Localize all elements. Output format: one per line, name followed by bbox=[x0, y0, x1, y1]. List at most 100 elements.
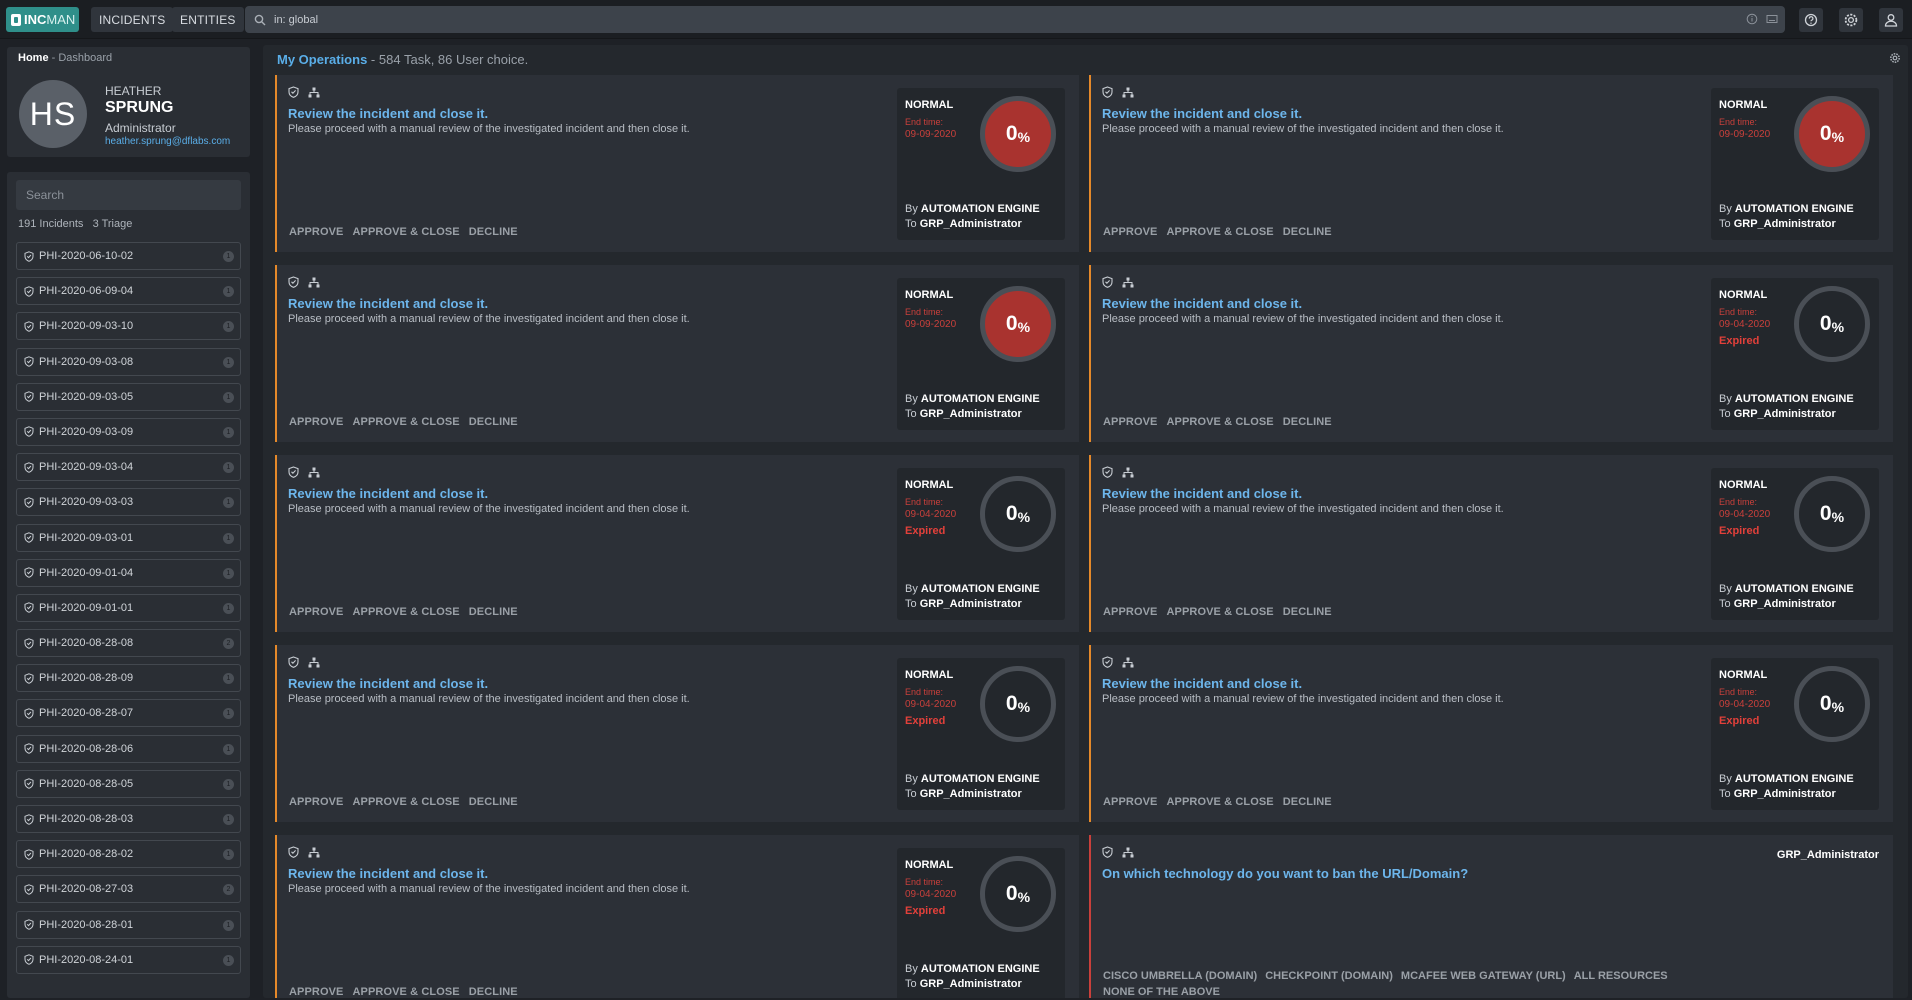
choice-title[interactable]: On which technology do you want to ban t… bbox=[1102, 866, 1468, 881]
nav-incidents-button[interactable]: INCIDENTS bbox=[91, 7, 174, 32]
choice-option-button[interactable]: MCAFEE WEB GATEWAY (URL) bbox=[1401, 970, 1566, 982]
avatar[interactable]: HS bbox=[19, 80, 87, 148]
operations-title[interactable]: My Operations bbox=[277, 52, 367, 67]
decline-button[interactable]: DECLINE bbox=[1283, 796, 1332, 808]
gear-icon[interactable] bbox=[1889, 52, 1901, 64]
shield-icon bbox=[1102, 276, 1113, 288]
approve-close-button[interactable]: APPROVE & CLOSE bbox=[353, 986, 460, 998]
user-menu-button[interactable] bbox=[1879, 8, 1903, 32]
breadcrumb-separator: - bbox=[51, 52, 56, 64]
approve-close-button[interactable]: APPROVE & CLOSE bbox=[1167, 416, 1274, 428]
approve-close-button[interactable]: APPROVE & CLOSE bbox=[353, 416, 460, 428]
keyboard-icon[interactable] bbox=[1766, 13, 1778, 25]
incident-search-input[interactable] bbox=[16, 180, 241, 210]
decline-button[interactable]: DECLINE bbox=[1283, 606, 1332, 618]
incident-count-badge: 1 bbox=[223, 286, 234, 298]
incident-list-item[interactable]: PHI-2020-09-03-04 1 bbox=[16, 453, 241, 482]
decline-button[interactable]: DECLINE bbox=[1283, 416, 1332, 428]
decline-button[interactable]: DECLINE bbox=[469, 606, 518, 618]
incident-list-item[interactable]: PHI-2020-09-03-08 1 bbox=[16, 347, 241, 376]
incident-list-item[interactable]: PHI-2020-08-28-08 2 bbox=[16, 629, 241, 658]
task-status-box: NORMAL End time: 09-09-2020 0% By AUTOMATION… bbox=[897, 278, 1065, 430]
incident-list-item[interactable]: PHI-2020-08-28-06 1 bbox=[16, 734, 241, 763]
app-logo[interactable]: INC MAN bbox=[6, 7, 79, 32]
incident-list-item[interactable]: PHI-2020-09-03-09 1 bbox=[16, 417, 241, 446]
incident-list-item[interactable]: PHI-2020-09-01-04 1 bbox=[16, 558, 241, 587]
decline-button[interactable]: DECLINE bbox=[469, 986, 518, 998]
breadcrumb-home[interactable]: Home bbox=[18, 52, 49, 64]
approve-button[interactable]: APPROVE bbox=[289, 986, 344, 998]
incident-list-item[interactable]: PHI-2020-08-28-05 1 bbox=[16, 769, 241, 798]
progress-ring: 0% bbox=[980, 476, 1056, 552]
incident-list-item[interactable]: PHI-2020-09-03-05 1 bbox=[16, 382, 241, 411]
incident-list-item[interactable]: PHI-2020-08-28-07 1 bbox=[16, 699, 241, 728]
choice-option-button[interactable]: NONE OF THE ABOVE bbox=[1103, 986, 1220, 998]
incident-list-item[interactable]: PHI-2020-09-03-03 1 bbox=[16, 488, 241, 517]
incident-list-item[interactable]: PHI-2020-08-28-09 1 bbox=[16, 664, 241, 693]
approve-button[interactable]: APPROVE bbox=[289, 416, 344, 428]
by-label: By bbox=[1719, 203, 1732, 215]
task-title[interactable]: Review the incident and close it. bbox=[1102, 676, 1302, 691]
choice-option-button[interactable]: ALL RESOURCES bbox=[1574, 970, 1668, 982]
incident-list-item[interactable]: PHI-2020-08-28-03 1 bbox=[16, 805, 241, 833]
approve-button[interactable]: APPROVE bbox=[1103, 416, 1158, 428]
shield-icon bbox=[24, 321, 34, 332]
profile-email-link[interactable]: heather.sprung@dflabs.com bbox=[105, 136, 230, 147]
task-title[interactable]: Review the incident and close it. bbox=[288, 866, 488, 881]
choice-option-button[interactable]: CHECKPOINT (DOMAIN) bbox=[1265, 970, 1393, 982]
task-title[interactable]: Review the incident and close it. bbox=[288, 106, 488, 121]
task-title[interactable]: Review the incident and close it. bbox=[288, 676, 488, 691]
shield-icon bbox=[24, 250, 34, 262]
approve-button[interactable]: APPROVE bbox=[1103, 606, 1158, 618]
choice-options-more: NONE OF THE ABOVE bbox=[1103, 986, 1220, 998]
task-to-value: GRP_Administrator bbox=[919, 598, 1022, 610]
settings-button[interactable] bbox=[1839, 8, 1863, 32]
incident-list-item[interactable]: PHI-2020-08-28-01 1 bbox=[16, 910, 241, 939]
end-time-value: 09-04-2020 bbox=[1719, 509, 1771, 520]
approve-button[interactable]: APPROVE bbox=[289, 796, 344, 808]
shield-icon bbox=[24, 919, 34, 930]
incident-list-item[interactable]: PHI-2020-08-24-01 1 bbox=[16, 945, 241, 974]
incident-list-item[interactable]: PHI-2020-09-01-01 1 bbox=[16, 593, 241, 622]
approve-close-button[interactable]: APPROVE & CLOSE bbox=[353, 226, 460, 238]
task-title[interactable]: Review the incident and close it. bbox=[288, 486, 488, 501]
task-title[interactable]: Review the incident and close it. bbox=[1102, 486, 1302, 501]
decline-button[interactable]: DECLINE bbox=[469, 416, 518, 428]
info-icon[interactable] bbox=[1746, 13, 1758, 25]
decline-button[interactable]: DECLINE bbox=[469, 226, 518, 238]
incident-list-item[interactable]: PHI-2020-06-10-02 1 bbox=[16, 242, 241, 270]
incident-list-item[interactable]: PHI-2020-09-03-01 1 bbox=[16, 523, 241, 552]
task-title[interactable]: Review the incident and close it. bbox=[1102, 296, 1302, 311]
approve-close-button[interactable]: APPROVE & CLOSE bbox=[353, 606, 460, 618]
hierarchy-icon bbox=[1122, 277, 1134, 288]
approve-button[interactable]: APPROVE bbox=[1103, 226, 1158, 238]
incident-list-item[interactable]: PHI-2020-08-27-03 2 bbox=[16, 875, 241, 904]
task-title[interactable]: Review the incident and close it. bbox=[288, 296, 488, 311]
task-by: By AUTOMATION ENGINE bbox=[905, 773, 1040, 785]
end-time-value: 09-04-2020 bbox=[905, 889, 957, 900]
task-card: Review the incident and close it. Please … bbox=[1089, 265, 1893, 442]
task-title[interactable]: Review the incident and close it. bbox=[1102, 106, 1302, 121]
incident-list-item[interactable]: PHI-2020-09-03-10 1 bbox=[16, 312, 241, 341]
help-button[interactable] bbox=[1799, 8, 1823, 32]
approve-close-button[interactable]: APPROVE & CLOSE bbox=[353, 796, 460, 808]
approve-close-button[interactable]: APPROVE & CLOSE bbox=[1167, 796, 1274, 808]
incident-list-item[interactable]: PHI-2020-08-28-02 1 bbox=[16, 840, 241, 869]
shield-icon bbox=[24, 884, 34, 895]
choice-option-button[interactable]: CISCO UMBRELLA (DOMAIN) bbox=[1103, 970, 1257, 982]
incident-list-item[interactable]: PHI-2020-06-09-04 1 bbox=[16, 277, 241, 306]
global-search-bar[interactable] bbox=[245, 6, 1785, 33]
approve-close-button[interactable]: APPROVE & CLOSE bbox=[1167, 606, 1274, 618]
decline-button[interactable]: DECLINE bbox=[469, 796, 518, 808]
task-status-box: NORMAL End time: 09-04-2020 Expired 0% By AUT… bbox=[1711, 468, 1879, 620]
approve-button[interactable]: APPROVE bbox=[289, 606, 344, 618]
global-search-input[interactable] bbox=[274, 13, 1674, 26]
task-to: To GRP_Administrator bbox=[905, 408, 1022, 420]
approve-button[interactable]: APPROVE bbox=[289, 226, 344, 238]
nav-entities-button[interactable]: ENTITIES bbox=[172, 7, 244, 32]
decline-button[interactable]: DECLINE bbox=[1283, 226, 1332, 238]
task-actions: APPROVE APPROVE & CLOSE DECLINE bbox=[1103, 226, 1341, 238]
approve-button[interactable]: APPROVE bbox=[1103, 796, 1158, 808]
progress-percent-sign: % bbox=[1017, 698, 1031, 715]
approve-close-button[interactable]: APPROVE & CLOSE bbox=[1167, 226, 1274, 238]
